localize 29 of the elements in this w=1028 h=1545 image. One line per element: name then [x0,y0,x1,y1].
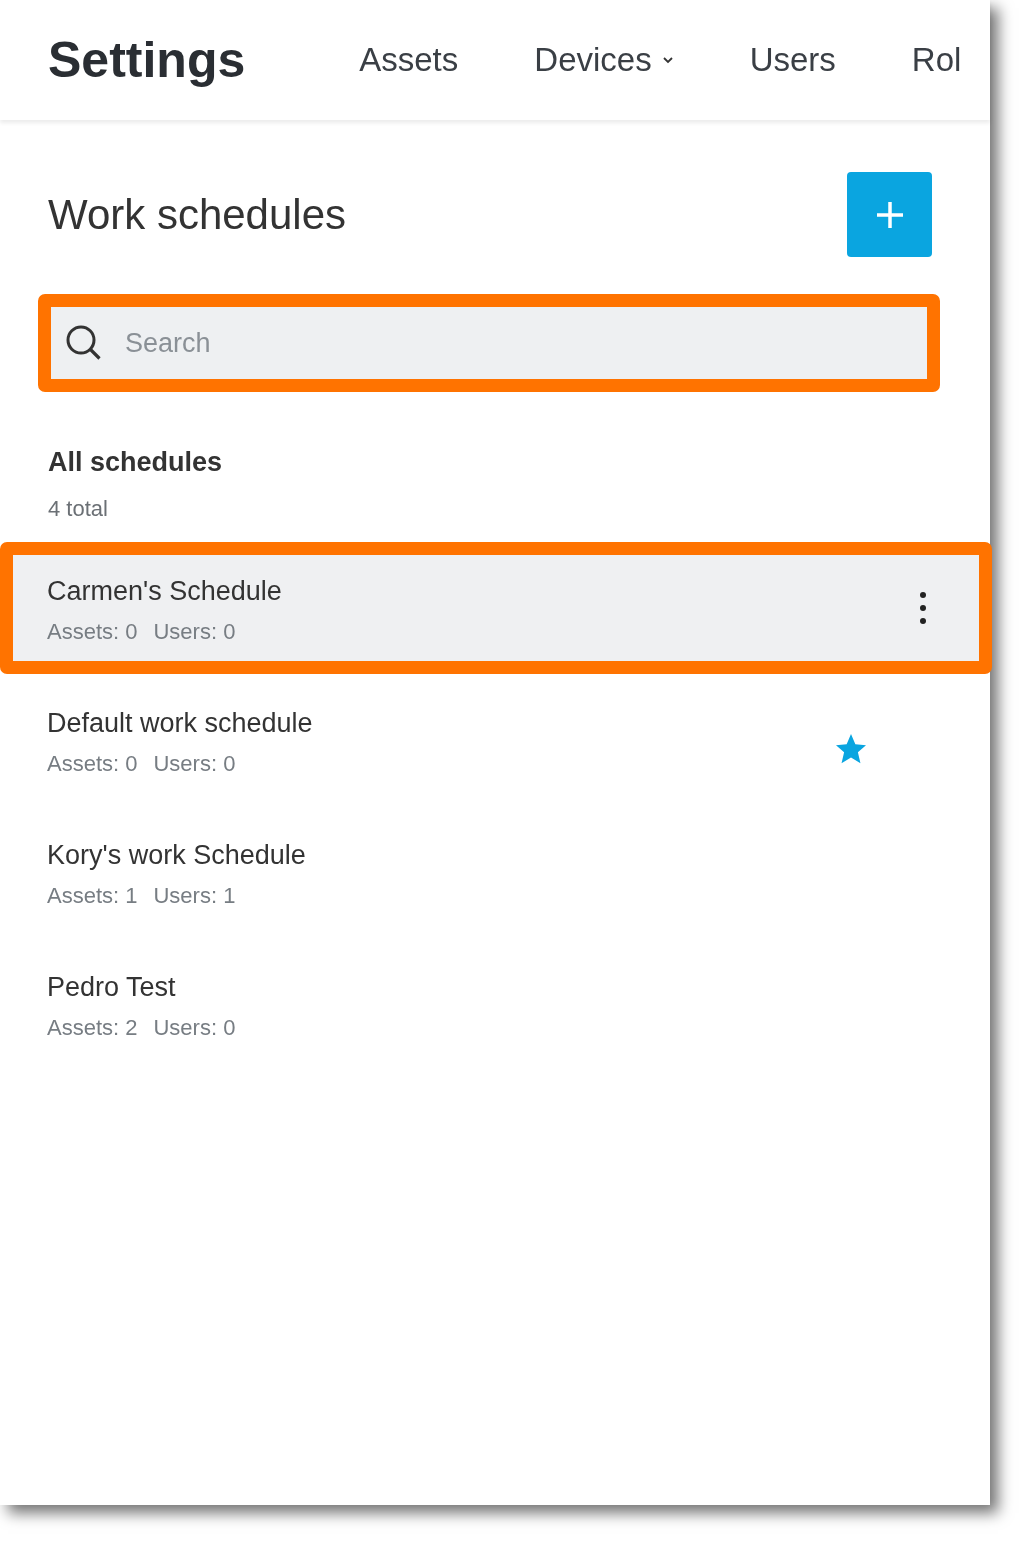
nav-link[interactable]: Rol [911,41,962,79]
assets-count: Assets: 0 [47,618,138,645]
list-title: All schedules [48,447,224,478]
nav-link[interactable]: Assets [359,41,459,79]
more-icon[interactable] [919,591,927,625]
plus-icon [874,199,905,230]
schedule-item[interactable]: Carmen's Schedule Assets: 0 Users: 0 [13,555,979,661]
assets-count: Assets: 0 [47,750,138,777]
assets-count: Assets: 2 [47,1014,138,1041]
schedule-item[interactable]: Kory's work Schedule Assets: 1 Users: 1 [13,819,979,925]
search-icon [65,324,103,362]
nav-link[interactable]: Users [749,41,836,79]
page-title: Settings [48,31,246,89]
users-count: Users: 0 [153,750,236,777]
schedule-name: Default work schedule [47,707,314,739]
schedule-name: Kory's work Schedule [47,839,307,871]
schedule-name: Carmen's Schedule [47,575,283,607]
search-field[interactable]: Search [123,326,927,360]
schedule-item[interactable]: Pedro Test Assets: 2 Users: 0 [13,951,979,1057]
schedule-item[interactable]: Default work schedule Assets: 0 Users: 0 [13,687,979,793]
users-count: Users: 0 [153,618,236,645]
users-count: Users: 1 [153,882,236,909]
users-count: Users: 0 [153,1014,236,1041]
assets-count: Assets: 1 [47,882,138,909]
section-title: Work schedules [48,190,347,239]
total-count: 4 total [48,496,109,522]
search-box[interactable]: Search [51,307,927,379]
nav-link[interactable]: Devices [534,41,674,79]
schedule-name: Pedro Test [47,971,177,1003]
